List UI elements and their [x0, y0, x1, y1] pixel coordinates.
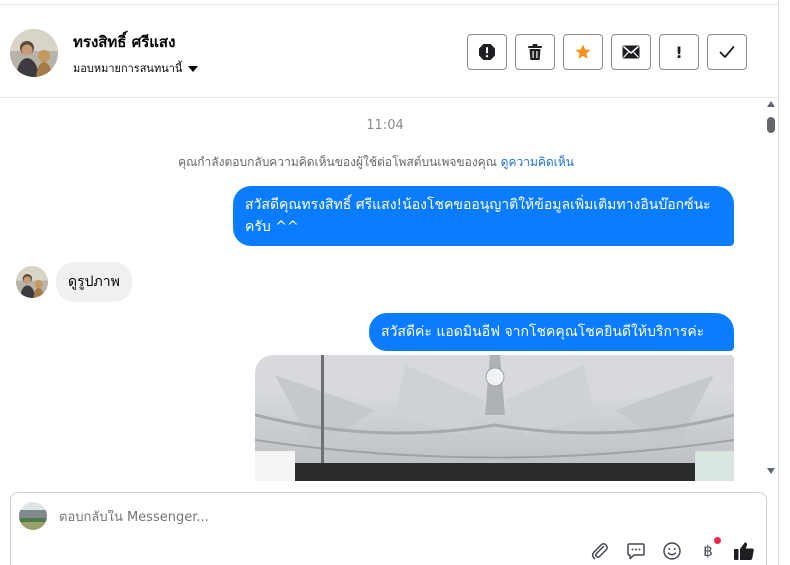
message-timestamp: 11:04 [366, 118, 404, 133]
thread-scrollbar[interactable] [765, 98, 778, 484]
smiley-icon [663, 542, 681, 560]
assign-conversation-dropdown[interactable]: มอบหมายการสนทนานี้ [73, 59, 199, 77]
scroll-down-arrow-icon[interactable] [767, 468, 775, 474]
mark-unread-button[interactable] [611, 34, 651, 70]
exclamation-icon: ! [675, 42, 683, 62]
outgoing-message: สวัสดีคุณทรงสิทธิ์ ศรีแสง!น้องโชคขออนุญา… [233, 186, 734, 246]
like-button[interactable] [733, 540, 755, 562]
view-comment-link[interactable]: ดูความคิดเห็น [501, 155, 574, 169]
conversation-actions: ! [467, 34, 747, 70]
paperclip-icon [591, 543, 608, 560]
reply-input[interactable] [59, 510, 559, 525]
octagon-exclamation-icon [479, 44, 495, 60]
emoji-button[interactable] [661, 540, 683, 562]
conversation-header: ทรงสิทธิ์ ศรีแสง มอบหมายการสนทนานี้ ! [0, 5, 778, 98]
thumbs-up-icon [734, 542, 754, 560]
done-button[interactable] [707, 34, 747, 70]
composer-toolbar: ฿ [589, 537, 755, 562]
spam-button[interactable] [467, 34, 507, 70]
delete-button[interactable] [515, 34, 555, 70]
envelope-icon [622, 45, 640, 59]
scroll-up-arrow-icon[interactable] [767, 101, 775, 107]
checkmark-icon [719, 46, 735, 58]
payment-button[interactable]: ฿ [697, 537, 721, 562]
contact-avatar[interactable] [10, 29, 58, 77]
star-icon [575, 44, 591, 59]
speech-bubble-icon [627, 543, 645, 560]
right-divider [778, 0, 779, 565]
notification-dot [714, 537, 721, 544]
assign-label: มอบหมายการสนทนานี้ [73, 62, 183, 75]
follow-up-button[interactable]: ! [659, 34, 699, 70]
incoming-message: ดูรูปภาพ [56, 262, 132, 302]
sender-avatar[interactable] [16, 266, 48, 298]
page-avatar [19, 502, 47, 530]
caret-down-icon [188, 65, 199, 72]
reply-composer: ฿ [10, 492, 767, 565]
outgoing-message: สวัสดีค่ะ แอดมินอีฟ จากโชคคุณโชคยินดีให้… [369, 313, 734, 351]
baht-icon: ฿ [703, 542, 713, 560]
attach-button[interactable] [589, 540, 611, 562]
star-button[interactable] [563, 34, 603, 70]
saved-replies-button[interactable] [625, 540, 647, 562]
contact-name[interactable]: ทรงสิทธิ์ ศรีแสง [73, 30, 175, 54]
notice-text: คุณกำลังตอบกลับความคิดเห็นของผู้ใช้ต่อโพ… [178, 155, 497, 169]
messenger-conversation-panel: ทรงสิทธิ์ ศรีแสง มอบหมายการสนทนานี้ ! 11… [0, 0, 790, 565]
comment-reply-notice: คุณกำลังตอบกลับความคิดเห็นของผู้ใช้ต่อโพ… [0, 153, 752, 172]
trash-icon [528, 44, 542, 60]
photo-attachment[interactable] [255, 355, 734, 481]
